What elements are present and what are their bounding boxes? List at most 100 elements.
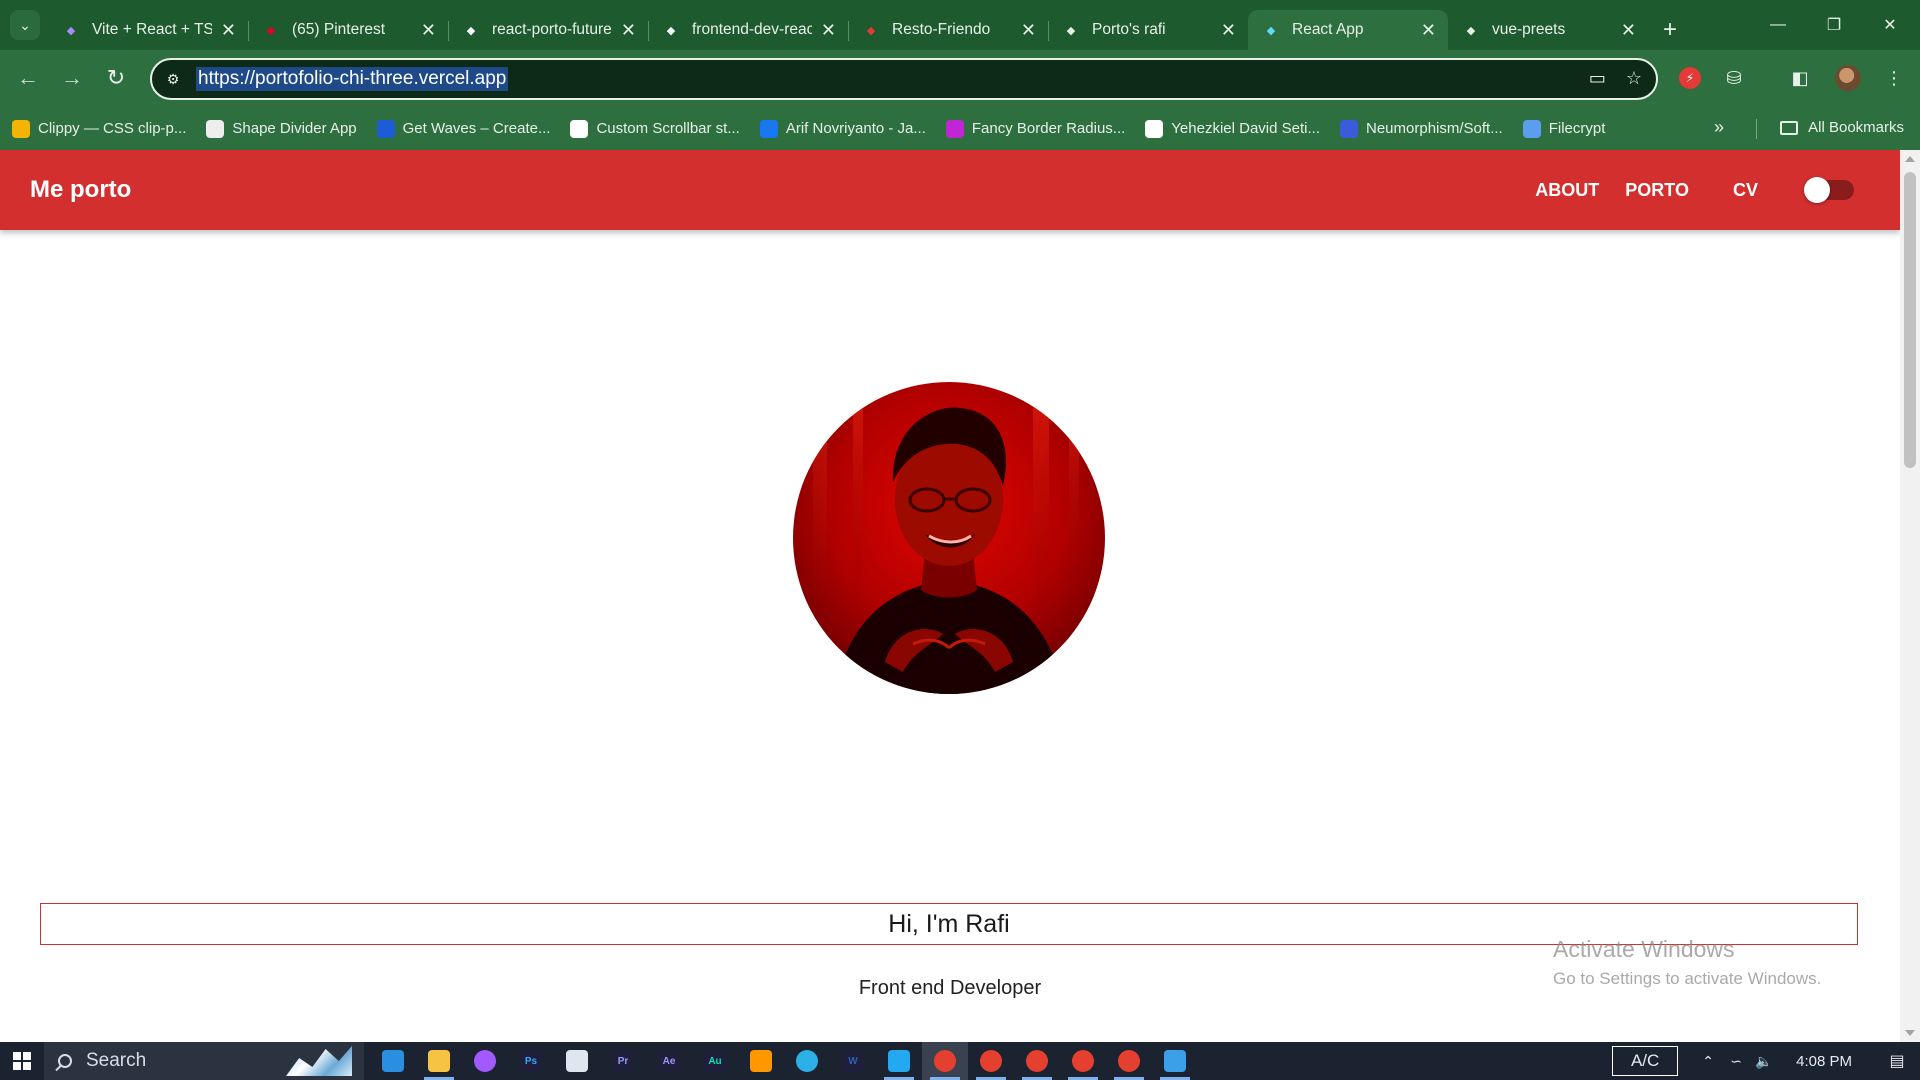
reload-icon: ↻ bbox=[106, 65, 126, 90]
taskbar-app[interactable]: Ps bbox=[508, 1042, 554, 1080]
taskbar-app[interactable] bbox=[1060, 1042, 1106, 1080]
volume-icon[interactable]: 🔈 bbox=[1750, 1053, 1778, 1070]
theme-toggle[interactable] bbox=[1804, 177, 1854, 203]
browser-tab[interactable]: ◆ Resto-Friendo ✕ bbox=[848, 10, 1048, 50]
chevron-up-icon[interactable]: ⌃ bbox=[1694, 1053, 1722, 1070]
side-panel-button[interactable]: ◧ bbox=[1784, 62, 1816, 94]
install-app-icon[interactable]: ▭ bbox=[1589, 68, 1606, 89]
site-info-icon[interactable]: ⚙ bbox=[158, 64, 188, 94]
address-bar[interactable]: ⚙ https://portofolio-chi-three.vercel.ap… bbox=[150, 58, 1658, 100]
taskbar-app[interactable] bbox=[968, 1042, 1014, 1080]
word-icon: W bbox=[842, 1050, 864, 1072]
taskbar-search[interactable]: Search bbox=[44, 1042, 364, 1080]
tab-search-button[interactable]: ⌄ bbox=[10, 10, 40, 40]
bookmark-item[interactable]: Get Waves – Create... bbox=[376, 119, 550, 138]
browser-tab[interactable]: ◆ vue-preets ✕ bbox=[1448, 10, 1648, 50]
taskbar-app[interactable] bbox=[738, 1042, 784, 1080]
codepen-icon bbox=[570, 119, 589, 138]
taskbar-app[interactable] bbox=[922, 1042, 968, 1080]
site-brand[interactable]: Me porto bbox=[30, 176, 131, 204]
browser-tab[interactable]: ◆ Vite + React + TS ✕ bbox=[48, 10, 248, 50]
taskbar-app[interactable]: Au bbox=[692, 1042, 738, 1080]
clippy-icon bbox=[12, 119, 30, 138]
extension-button[interactable]: ⚡ bbox=[1674, 62, 1706, 94]
taskbar-app[interactable]: W bbox=[830, 1042, 876, 1080]
taskbar-app[interactable] bbox=[1014, 1042, 1060, 1080]
browser-tab[interactable]: ◆ React App ✕ bbox=[1248, 10, 1448, 50]
bookmark-item[interactable]: Filecrypt bbox=[1522, 119, 1605, 138]
all-bookmarks-button[interactable]: All Bookmarks bbox=[1780, 119, 1904, 136]
arrow-right-icon: → bbox=[61, 65, 83, 90]
windows-logo-icon bbox=[13, 1052, 31, 1070]
page-scrollbar[interactable] bbox=[1900, 150, 1920, 1042]
taskbar-app[interactable]: Ae bbox=[646, 1042, 692, 1080]
chrome-icon bbox=[1118, 1050, 1140, 1072]
back-button[interactable]: ← bbox=[12, 62, 44, 94]
taskbar-app[interactable] bbox=[876, 1042, 922, 1080]
new-tab-button[interactable]: + bbox=[1652, 10, 1688, 50]
minimize-button[interactable]: — bbox=[1750, 0, 1806, 50]
forward-button[interactable]: → bbox=[56, 62, 88, 94]
start-button[interactable] bbox=[0, 1042, 44, 1080]
tab-close-icon[interactable]: ✕ bbox=[421, 20, 436, 41]
reload-button[interactable]: ↻ bbox=[100, 62, 132, 94]
taskbar-app[interactable] bbox=[416, 1042, 462, 1080]
waves-icon bbox=[376, 119, 395, 138]
browser-tab[interactable]: ◆ Porto's rafi ✕ bbox=[1048, 10, 1248, 50]
notification-icon[interactable]: ▤ bbox=[1874, 1051, 1920, 1071]
extensions-button[interactable]: ⛁ bbox=[1718, 62, 1750, 94]
lightning-extension-icon: ⚡ bbox=[1679, 67, 1701, 89]
tab-close-icon[interactable]: ✕ bbox=[1021, 20, 1036, 41]
taskbar-app[interactable]: Pr bbox=[600, 1042, 646, 1080]
double-chevron-right-icon: » bbox=[1714, 117, 1725, 137]
taskbar-clock[interactable]: 4:08 PM bbox=[1796, 1053, 1852, 1070]
plus-icon: + bbox=[1662, 16, 1677, 43]
taskbar-app[interactable] bbox=[1152, 1042, 1198, 1080]
bookmark-item[interactable]: Fancy Border Radius... bbox=[945, 119, 1125, 138]
taskbar-app[interactable] bbox=[370, 1042, 416, 1080]
scroll-thumb[interactable] bbox=[1904, 172, 1916, 468]
browser-tab[interactable]: ◆ (65) Pinterest ✕ bbox=[248, 10, 448, 50]
bookmark-star-icon[interactable]: ☆ bbox=[1626, 68, 1642, 89]
sublime-icon bbox=[750, 1050, 772, 1072]
close-window-button[interactable]: ✕ bbox=[1862, 0, 1918, 50]
profile-button[interactable] bbox=[1832, 62, 1864, 94]
nav-cv-link[interactable]: CV bbox=[1731, 180, 1760, 201]
bookmark-item[interactable]: Custom Scrollbar st... bbox=[570, 119, 740, 138]
tab-close-icon[interactable]: ✕ bbox=[821, 20, 836, 41]
nav-about-link[interactable]: ABOUT bbox=[1533, 180, 1601, 201]
tab-close-icon[interactable]: ✕ bbox=[621, 20, 636, 41]
close-icon: ✕ bbox=[1883, 17, 1897, 34]
scroll-down-arrow-icon[interactable] bbox=[1905, 1030, 1915, 1036]
scroll-up-arrow-icon[interactable] bbox=[1905, 156, 1915, 162]
taskbar-app[interactable] bbox=[784, 1042, 830, 1080]
tab-title: Porto's rafi bbox=[1092, 21, 1166, 38]
tab-close-icon[interactable]: ✕ bbox=[1421, 20, 1436, 41]
restore-icon: ❐ bbox=[1826, 17, 1842, 34]
tray-ac-box[interactable]: A/C bbox=[1612, 1046, 1679, 1076]
mail-icon bbox=[382, 1050, 404, 1072]
more-bookmarks-button[interactable]: » bbox=[1714, 117, 1724, 138]
bookmark-item[interactable]: Yehezkiel David Seti... bbox=[1145, 119, 1320, 138]
tab-close-icon[interactable]: ✕ bbox=[1221, 20, 1236, 41]
folder-icon bbox=[1780, 120, 1799, 135]
nav-porto-link[interactable]: PORTO bbox=[1623, 180, 1691, 201]
chrome-icon bbox=[1072, 1050, 1094, 1072]
bookmark-item[interactable]: Shape Divider App bbox=[206, 119, 357, 138]
activate-windows-watermark: Activate Windows Go to Settings to activ… bbox=[1553, 936, 1821, 989]
tab-close-icon[interactable]: ✕ bbox=[1621, 20, 1636, 41]
taskbar-app[interactable] bbox=[462, 1042, 508, 1080]
restore-button[interactable]: ❐ bbox=[1806, 0, 1862, 50]
browser-tab[interactable]: ◆ frontend-dev-react ✕ bbox=[648, 10, 848, 50]
wifi-icon[interactable]: ∽ bbox=[1722, 1053, 1750, 1070]
bookmark-item[interactable]: Neumorphism/Soft... bbox=[1340, 119, 1503, 138]
photoshop-icon: Ps bbox=[520, 1050, 542, 1072]
taskbar-app[interactable] bbox=[1106, 1042, 1152, 1080]
bookmark-item[interactable]: Clippy — CSS clip-p... bbox=[12, 119, 186, 138]
url-text[interactable]: https://portofolio-chi-three.vercel.app bbox=[196, 67, 509, 91]
tab-close-icon[interactable]: ✕ bbox=[221, 20, 236, 41]
taskbar-app[interactable] bbox=[554, 1042, 600, 1080]
menu-button[interactable]: ⋮ bbox=[1878, 62, 1910, 94]
bookmark-item[interactable]: Arif Novriyanto - Ja... bbox=[759, 119, 926, 138]
browser-tab[interactable]: ◆ react-porto-future ✕ bbox=[448, 10, 648, 50]
